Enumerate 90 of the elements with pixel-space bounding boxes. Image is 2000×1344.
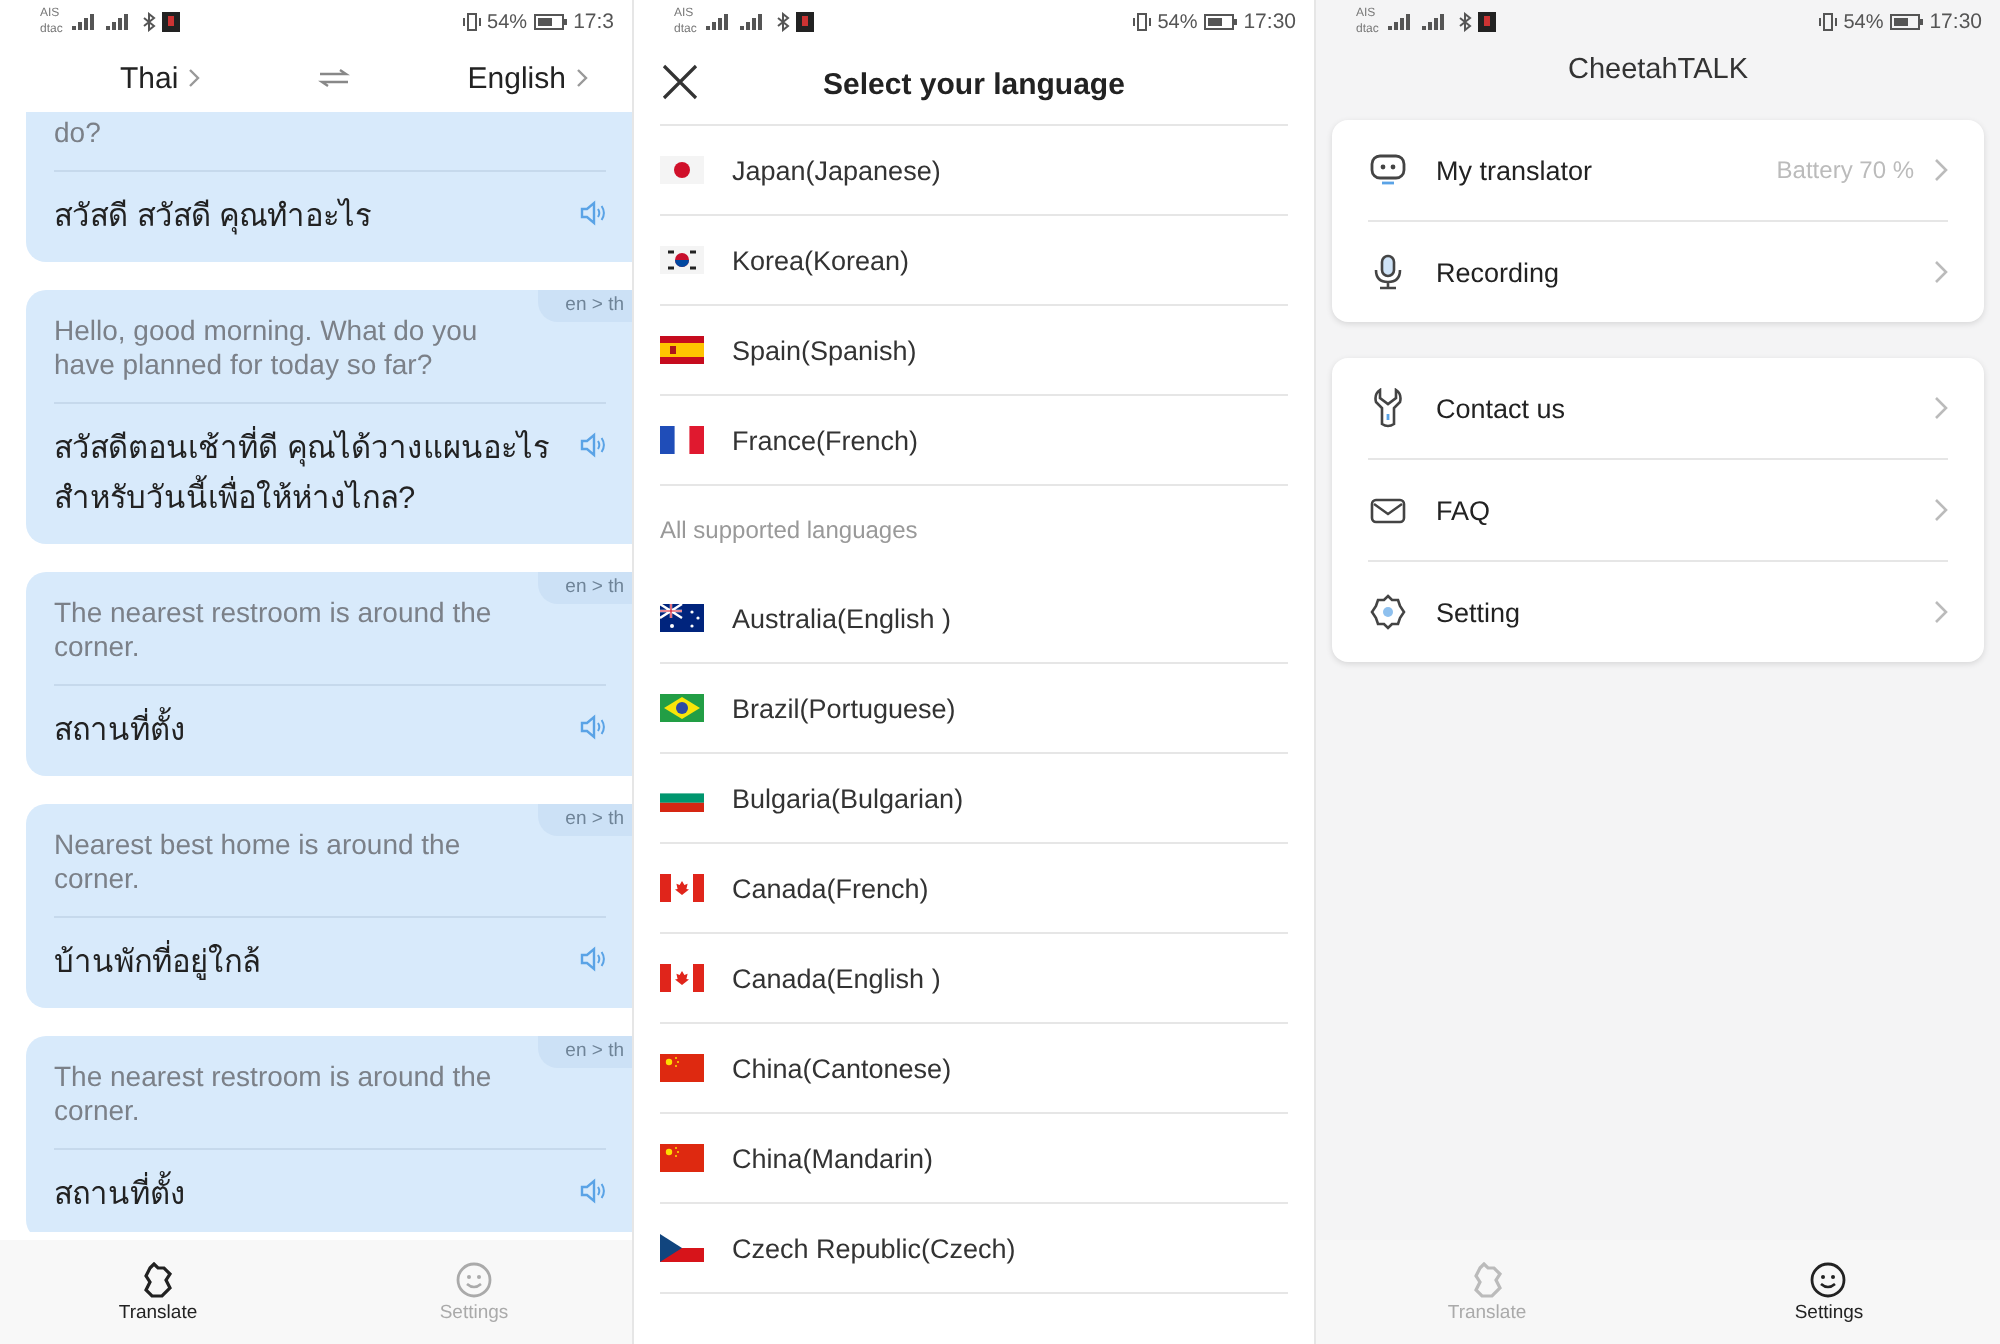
speaker-icon[interactable] bbox=[580, 714, 606, 740]
bluetooth-icon bbox=[776, 12, 791, 32]
flag-icon bbox=[660, 426, 704, 454]
close-icon[interactable] bbox=[662, 64, 698, 100]
source-text: The nearest restroom is around the corner. bbox=[54, 596, 606, 686]
chevron-icon bbox=[1934, 158, 1948, 182]
menu-row[interactable]: Recording bbox=[1368, 222, 1948, 322]
direction-tag: en > th bbox=[537, 290, 632, 322]
battery-icon bbox=[533, 14, 568, 30]
flag-icon bbox=[660, 336, 704, 364]
flag-icon bbox=[660, 604, 704, 632]
robot-icon bbox=[1368, 154, 1408, 186]
direction-tag: en > th bbox=[537, 1036, 632, 1068]
language-item[interactable]: Korea(Korean) bbox=[660, 216, 1288, 306]
source-text: do? bbox=[54, 116, 606, 172]
direction-tag: en > th bbox=[537, 572, 632, 604]
settings-tab[interactable]: Settings bbox=[1782, 1240, 1876, 1344]
language-item[interactable]: Canada(English ) bbox=[660, 934, 1288, 1024]
chevron-icon bbox=[1934, 260, 1948, 284]
wrench-icon bbox=[1368, 388, 1408, 428]
smiley-icon bbox=[1810, 1261, 1847, 1297]
battery-percent: 54% bbox=[1843, 11, 1884, 33]
clock-time: 17:30 bbox=[1243, 10, 1296, 34]
flag-icon bbox=[660, 694, 704, 722]
app-notification-icon bbox=[796, 12, 815, 32]
battery-percent: 54% bbox=[1157, 11, 1198, 33]
cheetah-icon bbox=[140, 1261, 176, 1297]
menu-row[interactable]: Contact us bbox=[1368, 358, 1948, 460]
vibrate-icon bbox=[1817, 12, 1838, 32]
battery-percent: 54% bbox=[487, 11, 528, 33]
menu-row[interactable]: Setting bbox=[1368, 562, 1948, 662]
language-item[interactable]: Canada(French) bbox=[660, 844, 1288, 934]
flag-icon bbox=[660, 1054, 704, 1082]
vibrate-icon bbox=[1131, 12, 1152, 32]
translate-tab[interactable]: Translate bbox=[106, 1240, 210, 1344]
cheetah-icon bbox=[1469, 1261, 1505, 1297]
language-item[interactable]: Japan(Japanese) bbox=[660, 126, 1288, 216]
chevron-icon bbox=[575, 68, 588, 88]
target-language-button[interactable]: English bbox=[467, 61, 588, 95]
menu-row[interactable]: FAQ bbox=[1368, 460, 1948, 562]
screen-title: Select your language bbox=[823, 67, 1125, 101]
bluetooth-icon bbox=[142, 12, 157, 32]
translated-text: สวัสดีตอนเช้าที่ดี คุณได้วางแผนอะไรสำหรับวันนี้เพื่อให้ห่างไกล? bbox=[54, 424, 564, 524]
settings-icon bbox=[1368, 594, 1408, 630]
app-notification-icon bbox=[1478, 12, 1497, 32]
language-item[interactable]: China(Cantonese) bbox=[660, 1024, 1288, 1114]
chevron-icon bbox=[1934, 396, 1948, 420]
translated-text: บ้านพักที่อยู่ใกล้ bbox=[54, 938, 564, 988]
section-label: All supported languages bbox=[660, 514, 920, 548]
clock-time: 17:30 bbox=[1929, 10, 1982, 34]
mail-icon bbox=[1368, 497, 1408, 523]
direction-tag: en > th bbox=[537, 804, 632, 836]
smiley-icon bbox=[455, 1261, 492, 1297]
speaker-icon[interactable] bbox=[580, 200, 606, 226]
flag-icon bbox=[660, 246, 704, 274]
speaker-icon[interactable] bbox=[580, 1178, 606, 1204]
flag-icon bbox=[660, 964, 704, 992]
language-item[interactable]: China(Mandarin) bbox=[660, 1114, 1288, 1204]
chevron-icon bbox=[188, 68, 201, 88]
swap-icon[interactable] bbox=[317, 68, 350, 88]
vibrate-icon bbox=[461, 12, 482, 32]
language-item[interactable]: Brazil(Portuguese) bbox=[660, 664, 1288, 754]
clock-time: 17:3 bbox=[573, 10, 614, 34]
battery-icon bbox=[1889, 14, 1924, 30]
source-language-button[interactable]: Thai bbox=[120, 61, 201, 95]
source-text: Nearest best home is around the corner. bbox=[54, 828, 606, 918]
translated-text: สถานที่ตั้ง bbox=[54, 1170, 564, 1220]
language-item[interactable]: Australia(English ) bbox=[660, 574, 1288, 664]
flag-icon bbox=[660, 874, 704, 902]
bluetooth-icon bbox=[1458, 12, 1473, 32]
language-item[interactable]: Spain(Spanish) bbox=[660, 306, 1288, 396]
translated-text: สวัสดี สวัสดี คุณทำอะไร bbox=[54, 196, 374, 239]
translated-text: สถานที่ตั้ง bbox=[54, 706, 564, 756]
app-notification-icon bbox=[162, 12, 181, 32]
chevron-icon bbox=[1934, 600, 1948, 624]
flag-icon bbox=[660, 1144, 704, 1172]
battery-icon bbox=[1203, 14, 1238, 30]
battery-status: Battery 70 % bbox=[1776, 156, 1914, 184]
chevron-icon bbox=[1934, 498, 1948, 522]
source-text: Hello, good morning. What do you have planned for today so far? bbox=[54, 314, 606, 404]
speaker-icon[interactable] bbox=[580, 946, 606, 972]
language-item[interactable]: France(French) bbox=[660, 396, 1288, 486]
source-text: The nearest restroom is around the corner. bbox=[54, 1060, 606, 1150]
flag-icon bbox=[660, 156, 704, 184]
menu-row[interactable]: My translator Battery 70 % bbox=[1368, 120, 1948, 222]
speaker-icon[interactable] bbox=[580, 432, 606, 458]
language-item[interactable]: Czech Republic(Czech) bbox=[660, 1204, 1288, 1294]
app-title: CheetahTALK bbox=[1565, 52, 1750, 90]
flag-icon bbox=[660, 1234, 704, 1262]
language-item[interactable]: Bulgaria(Bulgarian) bbox=[660, 754, 1288, 844]
